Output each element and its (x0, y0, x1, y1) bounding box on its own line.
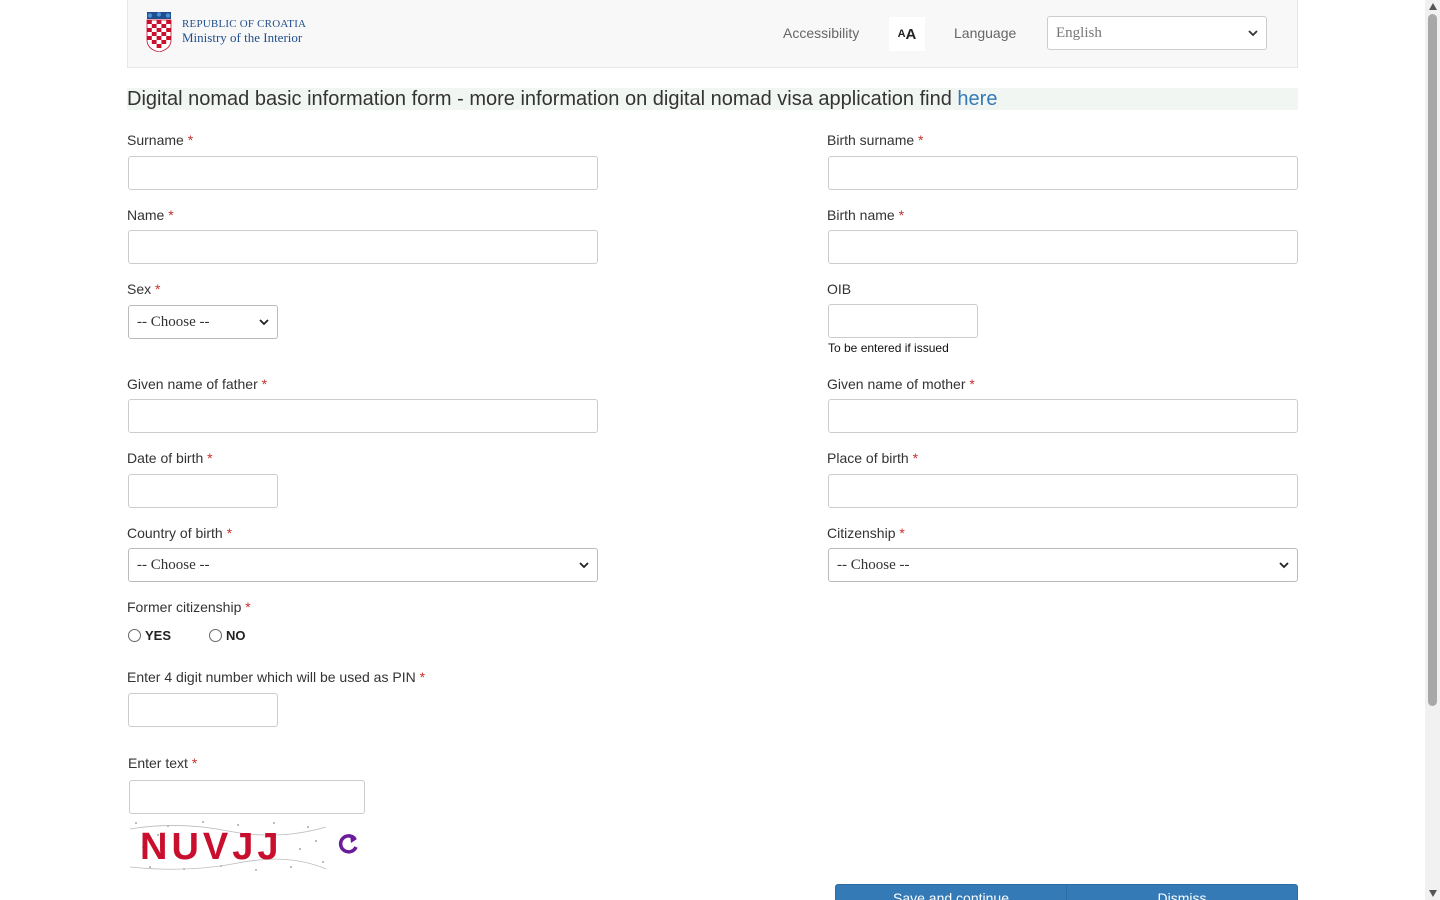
required-mark: * (419, 669, 426, 685)
captcha-text: NUVJJ (140, 826, 283, 868)
required-mark: * (226, 525, 233, 541)
sex-select-value: -- Choose -- (137, 313, 210, 330)
oib-label: OIB (827, 281, 852, 297)
surname-label: Surname * (127, 132, 193, 148)
required-mark: * (245, 599, 251, 615)
more-info-link[interactable]: here (957, 88, 997, 110)
former-citizenship-no-radio[interactable]: NO (209, 628, 246, 643)
sex-label: Sex * (127, 281, 160, 297)
former-citizenship-yes-radio[interactable]: YES (128, 628, 171, 643)
font-size-icon-large: A (905, 25, 917, 43)
language-select[interactable]: English (1047, 16, 1267, 50)
radio-no-label: NO (226, 628, 246, 643)
sex-label-text: Sex (127, 281, 152, 297)
font-size-icon: A (897, 28, 906, 40)
font-size-button[interactable]: AA (889, 17, 925, 51)
date-of-birth-label: Date of birth * (127, 450, 213, 466)
oib-help-text: To be entered if issued (828, 341, 949, 355)
date-of-birth-input[interactable] (128, 474, 278, 508)
required-mark: * (191, 755, 198, 771)
place-of-birth-input[interactable] (828, 474, 1298, 508)
name-label-text: Name (127, 207, 165, 223)
chevron-down-icon (1279, 562, 1289, 569)
dismiss-button[interactable]: Dismiss (1066, 885, 1297, 900)
required-mark: * (261, 376, 268, 392)
chevron-down-icon (1248, 30, 1258, 37)
save-and-continue-button[interactable]: Save and continue (836, 885, 1066, 900)
citizenship-label: Citizenship * (827, 525, 905, 541)
father-name-label: Given name of father * (127, 376, 267, 392)
mother-name-label: Given name of mother * (827, 376, 975, 392)
language-label: Language (954, 25, 1017, 41)
scroll-thumb[interactable] (1428, 14, 1437, 706)
pin-label-text: Enter 4 digit number which will be used … (127, 669, 416, 685)
scroll-down-arrow-icon[interactable] (1428, 890, 1437, 897)
radio-yes-label: YES (145, 628, 172, 643)
country-of-birth-value: -- Choose -- (137, 556, 210, 573)
form-action-buttons: Save and continue Dismiss (835, 884, 1298, 900)
accessibility-link[interactable]: Accessibility (783, 25, 859, 41)
vertical-scrollbar[interactable] (1425, 0, 1440, 900)
birth-surname-label-text: Birth surname (827, 132, 915, 148)
required-mark: * (155, 281, 161, 297)
mother-name-label-text: Given name of mother (827, 376, 966, 392)
chevron-down-icon (259, 319, 269, 326)
required-mark: * (969, 376, 975, 392)
mother-name-input[interactable] (828, 399, 1298, 433)
citizenship-label-text: Citizenship (827, 525, 896, 541)
sex-select[interactable]: -- Choose -- (128, 305, 278, 339)
required-mark: * (912, 450, 919, 466)
father-name-input[interactable] (128, 399, 598, 433)
required-mark: * (899, 525, 905, 541)
captcha-image: NUVJJ (128, 817, 328, 875)
surname-input[interactable] (128, 156, 598, 190)
birth-surname-input[interactable] (828, 156, 1298, 190)
radio-circle[interactable] (128, 629, 141, 642)
country-of-birth-label-text: Country of birth (127, 525, 223, 541)
oib-input[interactable] (828, 304, 978, 338)
birth-name-label-text: Birth name (827, 207, 895, 223)
chevron-down-icon (579, 562, 589, 569)
birth-name-label: Birth name * (827, 207, 904, 223)
father-name-label-text: Given name of father (127, 376, 258, 392)
captcha-label-text: Enter text (128, 755, 188, 771)
page-title-text: Digital nomad basic information form - m… (127, 88, 958, 110)
radio-circle[interactable] (209, 629, 222, 642)
croatia-coat-of-arms-icon[interactable] (144, 12, 174, 52)
scroll-up-arrow-icon[interactable] (1428, 3, 1437, 10)
pin-label: Enter 4 digit number which will be used … (127, 669, 425, 685)
required-mark: * (168, 207, 174, 223)
former-citizenship-label: Former citizenship * (127, 599, 251, 615)
place-of-birth-label: Place of birth * (827, 450, 918, 466)
language-selected: English (1056, 24, 1102, 41)
required-mark: * (898, 207, 905, 223)
surname-label-text: Surname (127, 132, 184, 148)
refresh-captcha-icon[interactable] (334, 830, 362, 858)
logo-line-ministry: Ministry of the Interior (182, 30, 303, 45)
required-mark: * (207, 450, 213, 466)
place-of-birth-label-text: Place of birth (827, 450, 909, 466)
former-citizenship-label-text: Former citizenship (127, 599, 242, 615)
date-of-birth-label-text: Date of birth (127, 450, 204, 466)
site-header: REPUBLIC OF CROATIA Ministry of the Inte… (127, 0, 1298, 68)
page-title: Digital nomad basic information form - m… (127, 88, 1298, 110)
captcha-input[interactable] (129, 780, 365, 814)
pin-input[interactable] (128, 693, 278, 727)
birth-name-input[interactable] (828, 230, 1298, 264)
required-mark: * (918, 132, 924, 148)
captcha-label: Enter text * (128, 755, 197, 771)
birth-surname-label: Birth surname * (827, 132, 924, 148)
citizenship-select[interactable]: -- Choose -- (828, 548, 1298, 582)
citizenship-value: -- Choose -- (837, 556, 910, 573)
name-label: Name * (127, 207, 174, 223)
name-input[interactable] (128, 230, 598, 264)
required-mark: * (187, 132, 194, 148)
country-of-birth-select[interactable]: -- Choose -- (128, 548, 598, 582)
country-of-birth-label: Country of birth * (127, 525, 232, 541)
ministry-logo-text[interactable]: REPUBLIC OF CROATIA Ministry of the Inte… (182, 18, 306, 44)
